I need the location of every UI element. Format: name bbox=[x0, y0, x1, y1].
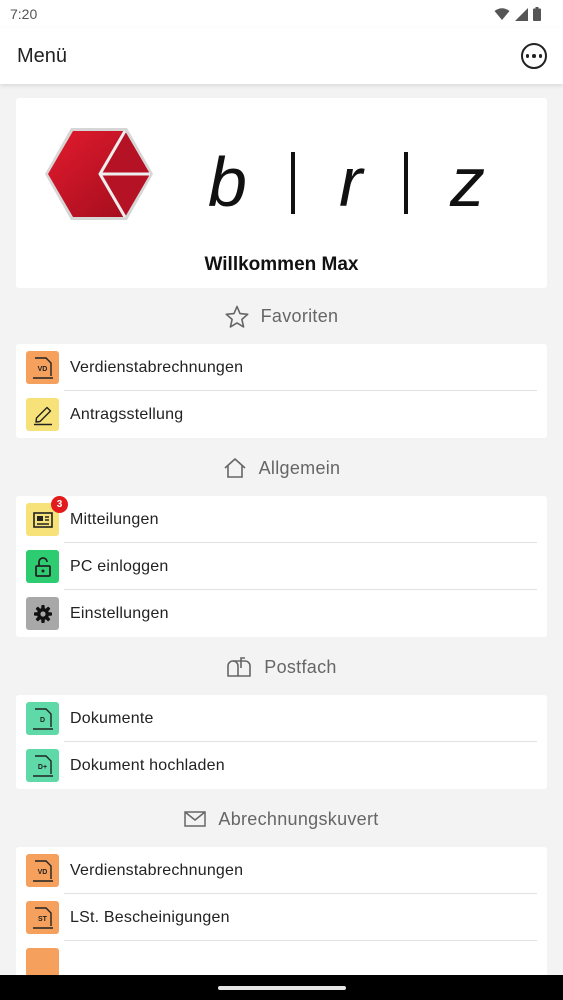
icon-text: D bbox=[39, 717, 46, 724]
more-dot-icon bbox=[525, 54, 530, 58]
menu-item-label: Dokumente bbox=[70, 709, 154, 727]
screen: 7:20 Menü b r z Willkommen Max Favoriten… bbox=[0, 0, 563, 1000]
logo-divider bbox=[404, 152, 408, 214]
wifi-icon bbox=[494, 7, 510, 20]
menu-item-label: Einstellungen bbox=[70, 604, 169, 622]
menu-item-label: LSt. Bescheinigungen bbox=[70, 908, 230, 926]
menu-item-verdienstabrechnungen[interactable]: VD Verdienstabrechnungen bbox=[16, 344, 547, 391]
logo-card: b r z Willkommen Max bbox=[16, 98, 547, 288]
menu-item-verdienstabrechnungen-kuvert[interactable]: VD Verdienstabrechnungen bbox=[16, 847, 547, 894]
section-header-postfach: Postfach bbox=[16, 639, 547, 695]
menu-content: b r z Willkommen Max Favoriten VD Verdie… bbox=[0, 84, 563, 988]
favoriten-card: VD Verdienstabrechnungen Antragsstellung bbox=[16, 344, 547, 438]
document-vd-icon: VD bbox=[26, 854, 59, 887]
more-dot-icon bbox=[538, 54, 543, 58]
menu-item-label: Verdienstabrechnungen bbox=[70, 861, 244, 879]
gear-icon bbox=[26, 597, 59, 630]
brz-logo-icon bbox=[45, 128, 153, 220]
icon-text: ST bbox=[38, 916, 47, 923]
logo-letter-b: b bbox=[208, 143, 247, 220]
home-gesture-handle[interactable] bbox=[217, 985, 346, 990]
star-icon bbox=[225, 305, 249, 328]
more-dot-icon bbox=[532, 54, 536, 58]
menu-item-label: Antragsstellung bbox=[70, 405, 184, 423]
menu-item-lst-bescheinigungen[interactable]: ST LSt. Bescheinigungen bbox=[16, 894, 547, 941]
menu-item-antragsstellung[interactable]: Antragsstellung bbox=[16, 391, 547, 438]
document-upload-icon: D+ bbox=[26, 749, 59, 782]
menu-item-label: Verdienstabrechnungen bbox=[70, 358, 244, 376]
home-icon bbox=[224, 458, 246, 478]
menu-item-einstellungen[interactable]: Einstellungen bbox=[16, 590, 547, 637]
section-title: Abrechnungskuvert bbox=[218, 808, 379, 829]
icon-text: VD bbox=[37, 366, 48, 373]
newspaper-icon: 3 bbox=[26, 496, 68, 536]
document-icon: D bbox=[26, 702, 59, 735]
brz-logo-wordmark: b r z bbox=[208, 143, 485, 220]
icon-text: VD bbox=[37, 869, 48, 876]
mailbox-icon bbox=[227, 657, 252, 677]
signal-icon bbox=[515, 7, 528, 21]
section-header-abrechnungskuvert: Abrechnungskuvert bbox=[16, 791, 547, 847]
pencil-icon bbox=[26, 398, 59, 431]
section-title: Postfach bbox=[264, 656, 337, 677]
menu-item-pc-einloggen[interactable]: PC einloggen bbox=[16, 543, 547, 590]
logo-letter-z: z bbox=[449, 143, 485, 220]
logo-divider bbox=[291, 152, 295, 214]
menu-item-mitteilungen[interactable]: 3 Mitteilungen bbox=[16, 496, 547, 543]
envelope-icon bbox=[184, 811, 207, 827]
battery-icon bbox=[533, 7, 541, 21]
abrechnungskuvert-card: VD Verdienstabrechnungen ST LSt. Beschei… bbox=[16, 847, 547, 988]
welcome-text: Willkommen Max bbox=[204, 254, 359, 275]
page-title: Menü bbox=[17, 44, 68, 67]
document-st-icon: ST bbox=[26, 901, 59, 934]
unlock-icon bbox=[26, 550, 59, 583]
more-options-button[interactable] bbox=[521, 43, 547, 69]
menu-item-dokumente[interactable]: D Dokumente bbox=[16, 695, 547, 742]
status-icons bbox=[494, 7, 541, 21]
section-title: Allgemein bbox=[258, 457, 341, 478]
postfach-card: D Dokumente D+ Dokument hochladen bbox=[16, 695, 547, 789]
section-header-allgemein: Allgemein bbox=[16, 440, 547, 496]
section-title: Favoriten bbox=[260, 305, 339, 326]
status-time: 7:20 bbox=[10, 6, 38, 22]
menu-item-dokument-hochladen[interactable]: D+ Dokument hochladen bbox=[16, 742, 547, 789]
menu-item-label: PC einloggen bbox=[70, 557, 169, 575]
document-vd-icon: VD bbox=[26, 351, 59, 384]
notification-badge: 3 bbox=[51, 496, 68, 513]
logo-letter-r: r bbox=[339, 143, 365, 220]
app-bar: Menü bbox=[0, 28, 563, 84]
menu-item-label: Dokument hochladen bbox=[70, 756, 225, 774]
section-header-favoriten: Favoriten bbox=[16, 288, 547, 344]
status-bar: 7:20 bbox=[0, 0, 563, 28]
allgemein-card: 3 Mitteilungen PC einloggen Einstellunge… bbox=[16, 496, 547, 637]
menu-item-label: Mitteilungen bbox=[70, 510, 159, 528]
icon-text: D+ bbox=[37, 764, 48, 771]
system-navigation-bar bbox=[0, 975, 563, 1000]
